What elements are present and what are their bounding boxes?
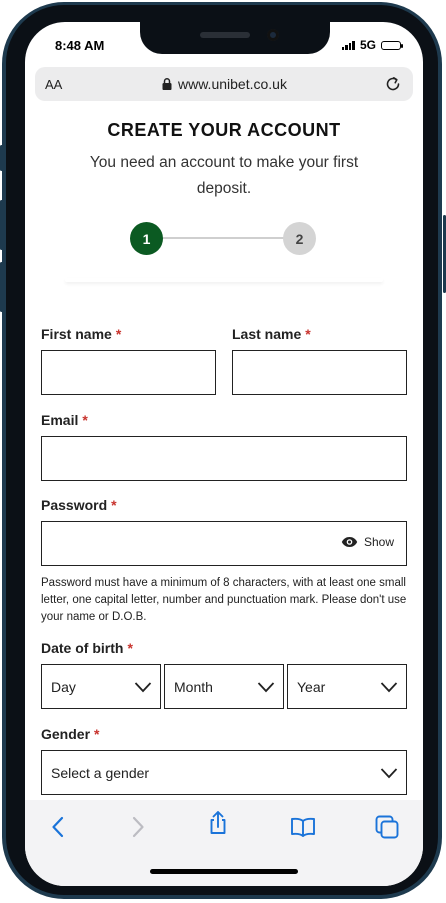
step-2-indicator: 2	[283, 222, 316, 255]
password-label: Password *	[41, 497, 117, 513]
required-mark: *	[111, 497, 117, 513]
show-password-label: Show	[363, 535, 394, 549]
chevron-down-icon	[257, 682, 275, 693]
gender-placeholder: Select a gender	[51, 764, 150, 781]
dob-label: Date of birth *	[41, 640, 133, 656]
gender-select[interactable]: Select a gender	[41, 750, 407, 795]
lock-icon	[162, 78, 172, 90]
step-1-indicator: 1	[130, 222, 163, 255]
side-button-mute	[0, 145, 3, 171]
address-bar[interactable]: AA www.unibet.co.uk	[35, 67, 413, 101]
bookmarks-icon[interactable]	[290, 814, 316, 840]
first-name-input[interactable]	[41, 350, 216, 395]
tabs-icon[interactable]	[374, 814, 400, 840]
eye-icon	[341, 537, 358, 547]
phone-frame: 8:48 AM 5G AA www.unibet.co.uk CREATE YO…	[0, 0, 446, 903]
gender-label: Gender *	[41, 726, 100, 742]
browser-toolbar	[25, 800, 423, 886]
url-text[interactable]: www.unibet.co.uk	[178, 76, 287, 92]
text-size-button[interactable]: AA	[45, 77, 62, 92]
signal-icon	[341, 40, 355, 50]
chevron-down-icon	[380, 682, 398, 693]
required-mark: *	[115, 326, 122, 342]
status-indicators: 5G	[341, 38, 403, 52]
required-mark: *	[305, 326, 311, 342]
dob-year-select[interactable]: Year	[287, 664, 407, 709]
email-label: Email *	[41, 412, 88, 428]
chevron-down-icon	[134, 682, 152, 693]
battery-icon	[381, 40, 403, 50]
password-hint: Password must have a minimum of 8 charac…	[41, 577, 407, 623]
chevron-down-icon	[380, 768, 398, 779]
reload-icon[interactable]	[383, 74, 403, 94]
page-subtitle: You need an account to make your first d…	[89, 154, 359, 197]
step-connector	[147, 237, 287, 239]
first-name-label: First name *	[41, 326, 122, 342]
home-indicator[interactable]	[150, 869, 298, 874]
required-mark: *	[94, 726, 100, 742]
side-button-volume-up	[0, 200, 3, 250]
dob-day-select[interactable]: Day	[41, 664, 161, 709]
dob-month-value: Month	[174, 678, 213, 695]
dob-day-value: Day	[51, 678, 76, 695]
required-mark: *	[82, 412, 88, 428]
notch	[140, 22, 330, 54]
last-name-input[interactable]	[232, 350, 407, 395]
status-bar: 8:48 AM 5G	[25, 22, 423, 68]
required-mark: *	[127, 640, 133, 656]
front-camera	[267, 29, 279, 41]
page-title: CREATE YOUR ACCOUNT	[107, 120, 341, 140]
speaker	[200, 32, 250, 38]
last-name-label: Last name *	[232, 326, 311, 342]
email-input[interactable]	[41, 436, 407, 481]
side-button-volume-down	[0, 262, 3, 312]
screen: 8:48 AM 5G AA www.unibet.co.uk CREATE YO…	[25, 22, 423, 886]
dob-year-value: Year	[297, 678, 326, 695]
back-icon[interactable]	[46, 814, 72, 840]
share-icon[interactable]	[205, 810, 231, 836]
forward-icon[interactable]	[124, 814, 150, 840]
divider	[65, 278, 383, 282]
show-password-toggle[interactable]: Show	[341, 535, 394, 549]
status-time: 8:48 AM	[55, 38, 105, 53]
dob-month-select[interactable]: Month	[164, 664, 284, 709]
password-input[interactable]: Show	[41, 521, 407, 566]
network-label: 5G	[359, 38, 376, 52]
